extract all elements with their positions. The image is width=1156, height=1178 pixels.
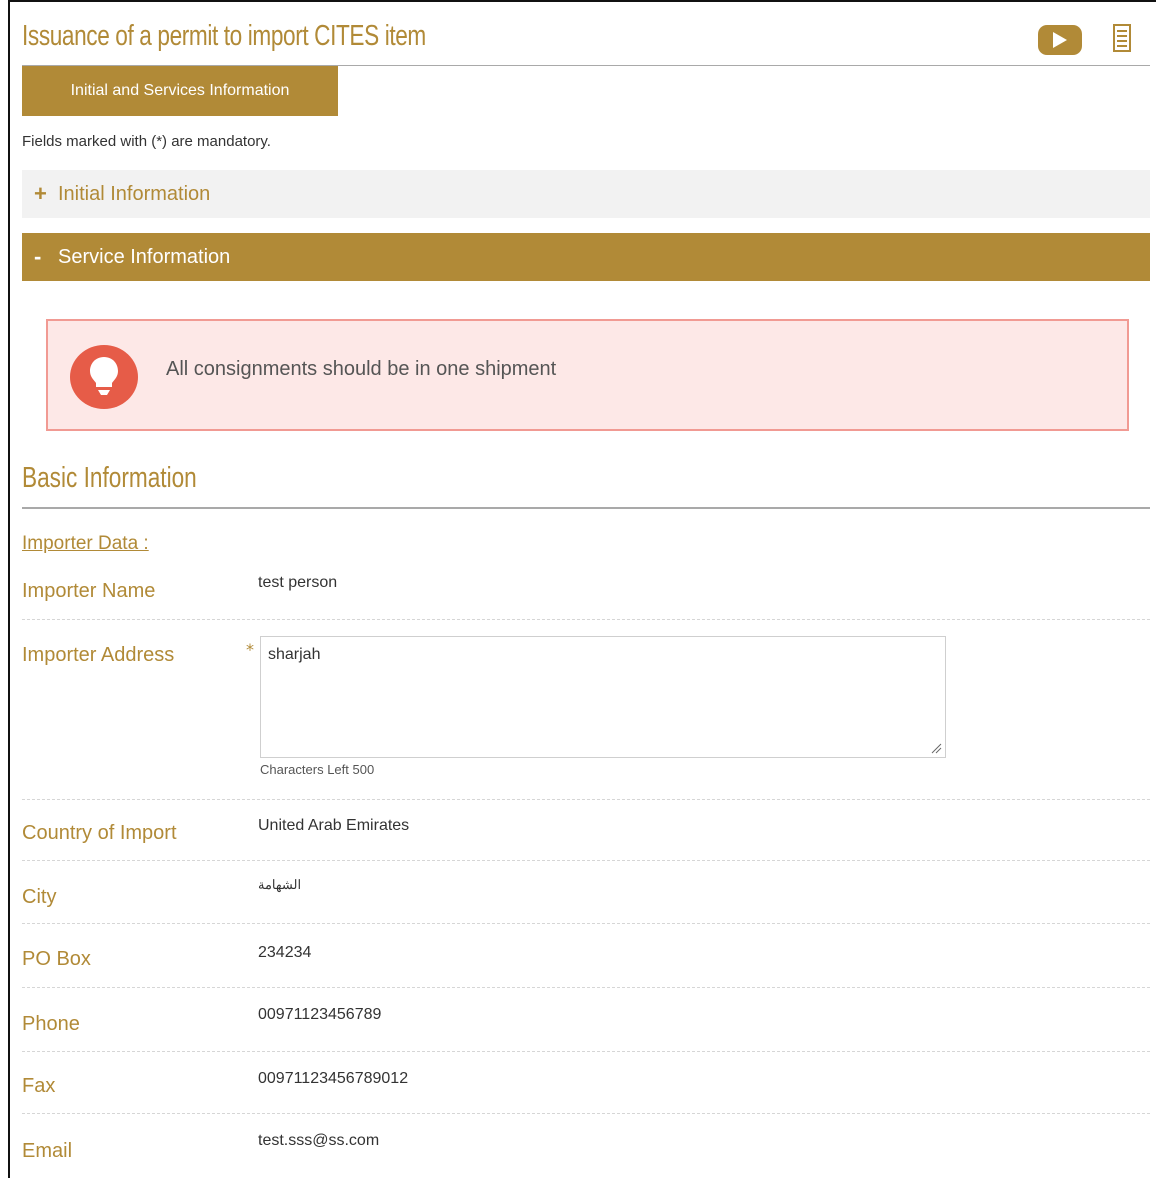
phone-label: Phone [22,1013,80,1035]
expand-icon: + [34,181,47,206]
accordion-service-information[interactable]: - Service Information [22,233,1150,281]
play-video-icon [1053,32,1067,48]
play-video-button[interactable] [1038,25,1082,55]
accordion-initial-information[interactable]: + Initial Information [22,170,1150,218]
row-fax: Fax 00971123456789012 [22,1052,1150,1114]
characters-left: Characters Left 500 [260,762,375,777]
phone-value: 00971123456789 [258,1006,382,1023]
mandatory-note: Fields marked with (*) are mandatory. [22,133,271,150]
email-value: test.sss@ss.com [258,1132,380,1149]
po-box-label: PO Box [22,948,91,970]
notice-text: All consignments should be in one shipme… [166,358,557,380]
document-icon [1113,24,1131,52]
document-button[interactable] [1112,24,1132,52]
row-importer-address: Importer Address * sharjah Characters Le… [22,620,1150,800]
importer-data-heading[interactable]: Importer Data : [22,533,149,555]
page-title: Issuance of a permit to import CITES ite… [22,20,426,52]
email-label: Email [22,1140,73,1162]
row-city: City الشهامة [22,861,1150,924]
tab-initial-services[interactable]: Initial and Services Information [22,66,338,116]
accordion-label: Service Information [58,245,231,268]
section-divider [22,507,1150,509]
row-phone: Phone 00971123456789 [22,988,1150,1052]
importer-address-textarea[interactable]: sharjah [260,636,946,758]
country-of-import-label: Country of Import [22,822,177,844]
collapse-icon: - [34,244,42,269]
importer-name-value: test person [258,574,338,591]
row-po-box: PO Box 234234 [22,924,1150,988]
country-of-import-value: United Arab Emirates [258,817,410,834]
title-bar: Issuance of a permit to import CITES ite… [22,14,1150,66]
city-label: City [22,886,57,908]
notice-box: All consignments should be in one shipme… [46,319,1129,431]
row-importer-name: Importer Name test person [22,566,1150,620]
row-email: Email test.sss@ss.com [22,1114,1150,1178]
section-title-basic-information: Basic Information [22,462,197,494]
importer-address-label: Importer Address [22,644,175,666]
lightbulb-icon [70,345,138,409]
po-box-value: 234234 [258,944,312,961]
row-country-of-import: Country of Import United Arab Emirates [22,800,1150,861]
importer-name-label: Importer Name [22,580,156,602]
city-value: الشهامة [258,877,302,892]
accordion-label: Initial Information [58,182,211,205]
resize-grip-icon[interactable] [930,742,942,754]
required-mark: * [246,640,254,659]
fax-label: Fax [22,1075,56,1097]
fax-value: 00971123456789012 [258,1070,409,1087]
